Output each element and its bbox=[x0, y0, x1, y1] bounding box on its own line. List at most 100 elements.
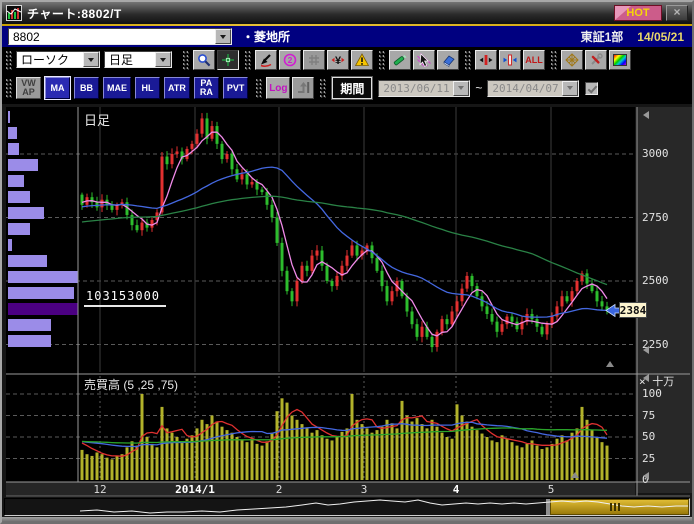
profile-bar bbox=[8, 127, 17, 139]
market-label: 東証1部 bbox=[581, 28, 624, 45]
chart-type-dropdown-icon[interactable] bbox=[83, 52, 99, 67]
expand-bars-button[interactable] bbox=[475, 50, 497, 70]
header-bar: 8802 ・菱地所 東証1部 14/05/21 bbox=[2, 26, 692, 47]
period-end-select[interactable]: 2014/04/07 bbox=[488, 81, 562, 96]
expand-bars-icon bbox=[479, 53, 493, 67]
all-button[interactable]: ALL bbox=[523, 50, 545, 70]
indicator-button-bb[interactable]: BB bbox=[74, 77, 99, 99]
log-scale-button[interactable]: Log bbox=[266, 77, 290, 99]
toolbar-grip[interactable] bbox=[255, 78, 262, 98]
indicator-button-para[interactable]: PA RA bbox=[194, 77, 219, 99]
select-cursor-button[interactable] bbox=[413, 50, 435, 70]
period-checkbox[interactable] bbox=[585, 82, 598, 95]
jump-arrow-icon bbox=[296, 81, 310, 95]
net-tool-button[interactable] bbox=[561, 50, 583, 70]
indicator-button-ma[interactable]: MA bbox=[45, 77, 70, 99]
toolbar-indicators: VW APMABBMAEHLATRPA RAPVT Log 期間 2013/06… bbox=[2, 72, 692, 104]
profile-bar bbox=[8, 303, 78, 315]
tools-icon bbox=[589, 53, 603, 67]
title-bar[interactable]: チャート:8802/T HOT × bbox=[2, 2, 692, 24]
profile-bar bbox=[8, 191, 30, 203]
down-arrow-icon bbox=[259, 53, 273, 67]
window-bottom-frame bbox=[2, 516, 692, 522]
crosshair-button[interactable] bbox=[217, 50, 239, 70]
profile-bar bbox=[8, 239, 12, 251]
hot-button[interactable]: HOT bbox=[614, 5, 662, 21]
grid-icon bbox=[307, 53, 321, 67]
toolbar-grip[interactable] bbox=[5, 50, 12, 70]
stock-code-dropdown-icon[interactable] bbox=[215, 29, 231, 44]
chart-canvas[interactable] bbox=[2, 104, 692, 516]
quote-date-label: 14/05/21 bbox=[637, 30, 684, 44]
toolbar-grip[interactable] bbox=[378, 50, 385, 70]
profile-bar bbox=[8, 159, 38, 171]
profile-bar bbox=[8, 335, 51, 347]
toolbar-main: ローソク 日足 bbox=[2, 47, 692, 72]
yen-tool-button[interactable]: ¥ bbox=[327, 50, 349, 70]
crosshair-icon bbox=[221, 53, 235, 67]
color-palette-button[interactable] bbox=[609, 50, 631, 70]
profile-bar bbox=[8, 255, 47, 267]
data-arrow-button[interactable] bbox=[255, 50, 277, 70]
rainbow-icon bbox=[613, 54, 627, 66]
profile-bar bbox=[8, 143, 19, 155]
period-start-select[interactable]: 2013/06/11 bbox=[379, 81, 453, 96]
stock-code-input[interactable]: 8802 bbox=[9, 29, 215, 44]
circled-2-button[interactable]: 2 bbox=[279, 50, 301, 70]
toolbar-grip[interactable] bbox=[182, 50, 189, 70]
warning-icon bbox=[355, 53, 369, 67]
period-end-dropdown-icon[interactable] bbox=[562, 81, 578, 96]
zoom-button[interactable] bbox=[193, 50, 215, 70]
shrink-bars-icon bbox=[503, 53, 517, 67]
grid-tool-button[interactable] bbox=[303, 50, 325, 70]
draw-pen-button[interactable] bbox=[389, 50, 411, 70]
chart-region: 日足 売買高 (5 ,25 ,75) × 十万 103153000 2384 3… bbox=[2, 104, 692, 516]
settings-tools-button[interactable] bbox=[585, 50, 607, 70]
magnifier-icon bbox=[197, 53, 211, 67]
eraser-button[interactable] bbox=[437, 50, 459, 70]
svg-text:¥: ¥ bbox=[335, 55, 342, 67]
chart-window: チャート:8802/T HOT × 8802 ・菱地所 東証1部 14/05/2… bbox=[0, 0, 694, 524]
navigator-grip-icon[interactable] bbox=[610, 503, 620, 511]
close-button[interactable]: × bbox=[666, 5, 688, 21]
profile-bar bbox=[8, 319, 51, 331]
jump-button[interactable] bbox=[292, 77, 314, 99]
indicator-button-pvt[interactable]: PVT bbox=[223, 77, 249, 99]
stock-name-label: ・菱地所 bbox=[242, 28, 290, 45]
toolbar-grip[interactable] bbox=[550, 50, 557, 70]
indicator-button-vwap[interactable]: VW AP bbox=[16, 77, 41, 99]
eraser-icon bbox=[441, 53, 455, 67]
profile-bar bbox=[8, 271, 78, 283]
circled-2-icon: 2 bbox=[283, 53, 297, 67]
period-button[interactable]: 期間 bbox=[332, 77, 372, 99]
timeframe-combo: 日足 bbox=[104, 51, 172, 68]
timeframe-select[interactable]: 日足 bbox=[105, 52, 155, 67]
profile-bar bbox=[8, 223, 30, 235]
chart-type-select[interactable]: ローソク bbox=[17, 52, 83, 67]
stock-code-combo: 8802 bbox=[8, 28, 232, 45]
toolbar-grip[interactable] bbox=[5, 78, 12, 98]
pen-icon bbox=[393, 53, 407, 67]
toolbar-grip[interactable] bbox=[319, 78, 326, 98]
timeframe-dropdown-icon[interactable] bbox=[155, 52, 171, 67]
indicator-button-hl[interactable]: HL bbox=[135, 77, 160, 99]
toolbar-grip[interactable] bbox=[244, 50, 251, 70]
alert-button[interactable] bbox=[351, 50, 373, 70]
indicator-button-atr[interactable]: ATR bbox=[164, 77, 190, 99]
shrink-bars-button[interactable] bbox=[499, 50, 521, 70]
profile-bar bbox=[8, 287, 74, 299]
cursor-icon bbox=[417, 53, 431, 67]
yen-icon: ¥ bbox=[331, 53, 345, 67]
range-navigator[interactable] bbox=[4, 498, 690, 516]
toolbar-grip[interactable] bbox=[464, 50, 471, 70]
profile-bar bbox=[8, 111, 10, 123]
net-icon bbox=[565, 53, 579, 67]
indicator-button-mae[interactable]: MAE bbox=[103, 77, 131, 99]
profile-bar bbox=[8, 207, 44, 219]
period-end-combo: 2014/04/07 bbox=[487, 80, 579, 97]
period-start-combo: 2013/06/11 bbox=[378, 80, 470, 97]
all-label: ALL bbox=[525, 55, 543, 65]
period-tilde: ~ bbox=[475, 81, 482, 95]
period-start-dropdown-icon[interactable] bbox=[453, 81, 469, 96]
window-title: チャート:8802/T bbox=[27, 5, 122, 22]
